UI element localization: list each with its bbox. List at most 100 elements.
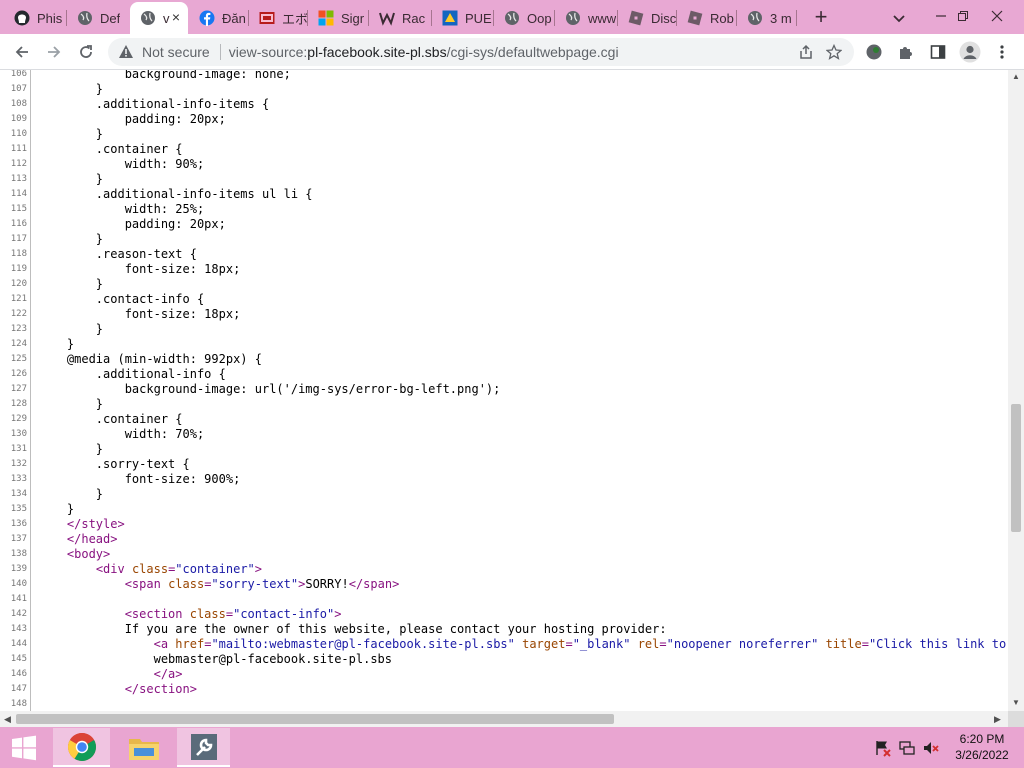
code-token: SORRY! [305,577,349,591]
source-line: 134 } [0,487,1008,502]
line-code: } [38,277,104,291]
line-number: 139 [10,564,27,574]
scroll-up-icon[interactable]: ▲ [1012,72,1020,81]
line-code: </a> [38,667,183,682]
vertical-scrollbar[interactable]: ▲ ▼ [1008,70,1024,711]
restore-icon [958,11,968,22]
tab-11[interactable]: Disc [618,4,676,32]
extension-vpn-button[interactable] [862,40,886,64]
scroll-left-icon[interactable]: ◀ [4,714,11,725]
tab-13[interactable]: 3 m [737,4,796,32]
line-code: .additional-info-items ul li { [38,187,313,201]
source-line: 120 } [0,277,1008,292]
share-icon[interactable] [798,44,814,60]
restore-button[interactable] [946,2,980,28]
tab-4[interactable]: Đăn [189,4,248,32]
tab-6[interactable]: Sigr [308,4,368,32]
source-line: 142 <section class="contact-info"> [0,607,1008,622]
tab-title: Rob [710,10,734,26]
back-button[interactable] [10,40,34,64]
roblox-icon [628,10,644,26]
tab-title: Phis [37,10,63,26]
line-number: 135 [10,504,27,514]
tab-title: Disc [651,10,676,26]
source-line: 122 font-size: 18px; [0,307,1008,322]
tab-title: v [163,10,170,26]
line-code: </style> [38,517,125,532]
chrome-app[interactable] [53,728,110,767]
line-code: padding: 20px; [38,217,226,231]
tab-1[interactable]: Phis [4,4,66,32]
globe-extension-icon [866,44,882,60]
menu-button[interactable] [990,40,1014,64]
tab-12[interactable]: Rob [677,4,736,32]
tab-3[interactable]: v × [130,2,188,34]
code-token: > [334,607,342,621]
source-line: 137 </head> [0,532,1008,547]
close-window-button[interactable] [980,2,1014,28]
line-number: 132 [10,459,27,469]
tab-search-icon[interactable] [889,8,909,28]
url-prefix: view-source: [228,44,308,60]
source-line: 107 } [0,82,1008,97]
line-number: 144 [10,639,27,649]
code-token: "mailto:webmaster@pl-facebook.site-pl.sb… [211,637,515,651]
tab-5[interactable]: エボ [249,4,307,32]
new-tab-button[interactable]: + [809,6,833,30]
line-number: 134 [10,489,27,499]
tab-7[interactable]: Rac [369,4,431,32]
tab-title: Đăn [222,10,246,26]
profile-button[interactable] [958,40,982,64]
tab-2[interactable]: Def [67,4,129,32]
network-icon[interactable] [898,739,916,757]
source-line: 127 background-image: url('/img-sys/erro… [0,382,1008,397]
side-panel-icon [930,45,946,59]
avatar-icon [959,41,981,63]
close-tab-icon[interactable]: × [172,10,180,24]
side-panel-button[interactable] [926,40,950,64]
url-text[interactable]: view-source:pl-facebook.site-pl.sbs/cgi-… [229,44,619,60]
source-line: 132 .sorry-text { [0,457,1008,472]
line-number: 113 [10,174,27,184]
tab-9[interactable]: Oop [494,4,554,32]
bookmark-star-icon[interactable] [826,44,842,60]
microsoft-icon [318,10,334,26]
source-line: 118 .reason-text { [0,247,1008,262]
security-label[interactable]: Not secure [142,44,210,60]
line-number: 116 [10,219,27,229]
start-button[interactable] [0,728,48,767]
reload-button[interactable] [74,40,98,64]
line-code: width: 25%; [38,202,205,216]
github-icon [14,10,30,26]
line-code: background-image: none; [38,70,291,81]
tab-separator [796,10,797,26]
tab-8[interactable]: PUE [432,4,493,32]
volume-muted-icon[interactable] [922,739,940,757]
address-bar[interactable]: Not secure view-source:pl-facebook.site-… [108,38,854,66]
forward-button[interactable] [42,40,66,64]
line-code: } [38,502,75,516]
line-number: 121 [10,294,27,304]
extensions-button[interactable] [894,40,918,64]
line-code: .contact-info { [38,292,205,306]
vertical-scroll-thumb[interactable] [1011,404,1021,532]
scroll-right-icon[interactable]: ▶ [994,714,1001,725]
line-code: } [38,82,104,96]
warning-icon[interactable] [118,44,134,60]
page-source-view[interactable]: 106 background-image: none; 107 } 108 .add… [0,70,1008,711]
source-line: 109 padding: 20px; [0,112,1008,127]
scroll-down-icon[interactable]: ▼ [1012,698,1020,707]
line-number: 108 [10,99,27,109]
flag-alert-icon[interactable] [874,739,892,757]
tab-10[interactable]: www [555,4,617,32]
settings-tool-app[interactable] [177,728,230,767]
url-path: /cgi-sys/defaultwebpage.cgi [446,44,619,60]
line-code: .container { [38,142,183,156]
system-clock[interactable]: 6:20 PM 3/26/2022 [950,731,1014,763]
file-explorer-app[interactable] [116,728,171,767]
horizontal-scrollbar[interactable]: ◀ ▶ [0,711,1008,727]
clock-time: 6:20 PM [959,732,1005,746]
horizontal-scroll-thumb[interactable] [16,714,614,724]
